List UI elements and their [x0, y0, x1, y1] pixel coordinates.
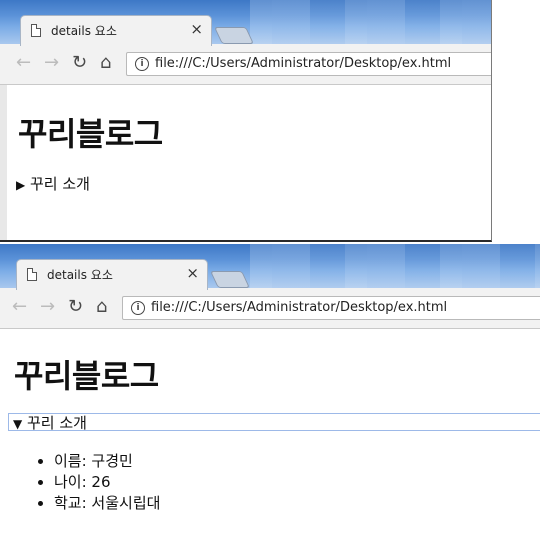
- reload-icon[interactable]: ↻: [72, 53, 87, 73]
- details-summary[interactable]: ▶ 꾸리 소개: [16, 173, 90, 194]
- url-text: file:///C:/Users/Administrator/Desktop/e…: [151, 300, 448, 315]
- tab-close-button[interactable]: ×: [186, 264, 199, 282]
- summary-label: 꾸리 소개: [30, 175, 90, 193]
- page-content: 꾸리블로그 ▼ 꾸리 소개 이름: 구경민 나이: 26 학교: 서울시립대: [0, 329, 540, 548]
- list-item: 이름: 구경민: [54, 451, 160, 472]
- list-item: 학교: 서울시립대: [54, 493, 160, 514]
- page-icon: [27, 268, 37, 281]
- browser-tab[interactable]: details 요소 ×: [16, 259, 208, 290]
- tab-title: details 요소: [51, 24, 117, 38]
- page-title: 꾸리블로그: [14, 357, 159, 395]
- url-text: file:///C:/Users/Administrator/Desktop/e…: [155, 56, 452, 71]
- browser-toolbar: ← → ↻ ⌂ i file:///C:/Users/Administrator…: [0, 44, 491, 85]
- page-title: 꾸리블로그: [18, 115, 163, 153]
- disclosure-triangle-icon: ▼: [13, 417, 23, 431]
- summary-label: 꾸리 소개: [27, 414, 87, 432]
- left-edge-divider: [0, 85, 7, 240]
- list-item: 나이: 26: [54, 472, 160, 493]
- browser-tab[interactable]: details 요소 ×: [20, 15, 212, 46]
- details-summary[interactable]: ▼ 꾸리 소개: [8, 413, 540, 432]
- browser-window-collapsed: details 요소 × ← → ↻ ⌂ i file:///C:/Users/…: [0, 0, 492, 242]
- info-icon[interactable]: i: [135, 57, 149, 71]
- forward-arrow-icon[interactable]: →: [40, 297, 55, 317]
- browser-toolbar: ← → ↻ ⌂ i file:///C:/Users/Administrator…: [0, 288, 540, 329]
- page-icon: [31, 24, 41, 37]
- reload-icon[interactable]: ↻: [68, 297, 83, 317]
- tab-close-button[interactable]: ×: [190, 20, 203, 38]
- browser-window-expanded: details 요소 × ← → ↻ ⌂ i file:///C:/Users/…: [0, 244, 540, 548]
- tab-title: details 요소: [47, 268, 113, 282]
- home-icon[interactable]: ⌂: [96, 297, 107, 317]
- address-bar[interactable]: i file:///C:/Users/Administrator/Desktop…: [126, 52, 491, 76]
- address-bar[interactable]: i file:///C:/Users/Administrator/Desktop…: [122, 296, 540, 320]
- back-arrow-icon[interactable]: ←: [12, 297, 27, 317]
- info-icon[interactable]: i: [131, 301, 145, 315]
- details-list: 이름: 구경민 나이: 26 학교: 서울시립대: [36, 451, 160, 514]
- back-arrow-icon[interactable]: ←: [16, 53, 31, 73]
- home-icon[interactable]: ⌂: [100, 53, 111, 73]
- forward-arrow-icon[interactable]: →: [44, 53, 59, 73]
- page-content: 꾸리블로그 ▶ 꾸리 소개: [0, 85, 491, 240]
- disclosure-triangle-icon: ▶: [16, 178, 26, 192]
